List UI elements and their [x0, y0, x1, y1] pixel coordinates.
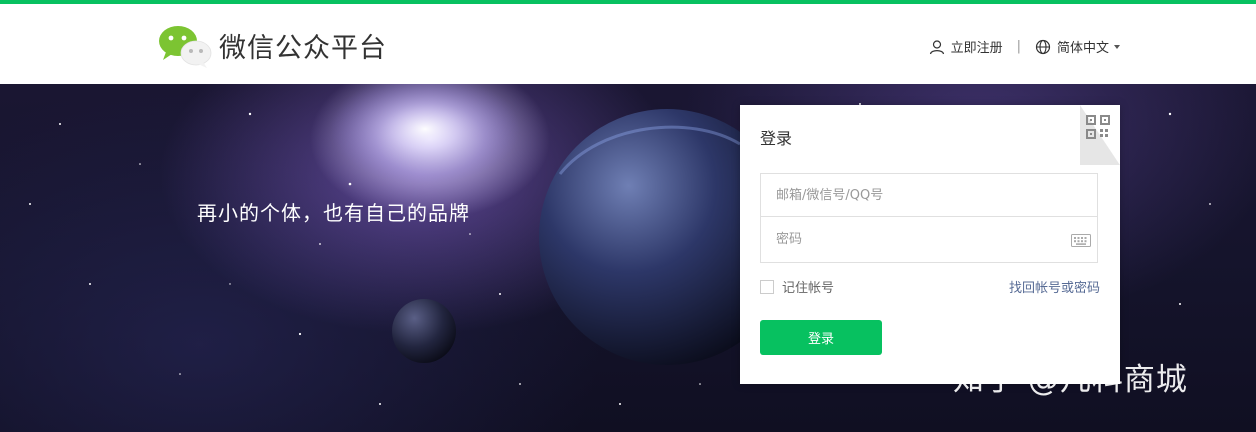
register-label: 立即注册	[950, 41, 1003, 56]
globe-icon	[1035, 39, 1051, 54]
chevron-down-icon	[1114, 44, 1120, 49]
language-label: 简体中文	[1056, 41, 1109, 56]
qrcode-icon	[1086, 115, 1110, 139]
header: 微信公众平台 立即注册 | 简体中文	[0, 4, 1256, 84]
remember-account[interactable]: 记住帐号	[760, 277, 834, 296]
watermark-text: 知乎 @凡科商城	[953, 362, 1188, 398]
login-panel: 登录 记住帐号	[740, 105, 1120, 384]
brand-title: 微信公众平台	[219, 33, 387, 64]
forgot-link[interactable]: 找回帐号或密码	[1009, 277, 1100, 296]
banner-slogan: 再小的个体，也有自己的品牌	[197, 201, 470, 225]
header-nav: 立即注册 | 简体中文	[929, 37, 1120, 56]
language-selector[interactable]: 简体中文	[1035, 37, 1120, 56]
wechat-logo[interactable]	[158, 24, 212, 68]
account-field	[760, 173, 1098, 217]
remember-label: 记住帐号	[782, 281, 835, 296]
account-input[interactable]	[761, 174, 1097, 216]
register-link[interactable]: 立即注册	[929, 37, 1003, 56]
login-button[interactable]: 登录	[760, 320, 882, 355]
qrcode-login-toggle[interactable]	[1080, 105, 1120, 165]
remember-checkbox[interactable]	[760, 279, 774, 294]
password-input[interactable]	[761, 217, 1097, 262]
keyboard-icon[interactable]	[1071, 234, 1091, 247]
user-icon	[929, 39, 944, 54]
login-title: 登录	[760, 129, 793, 148]
password-field	[760, 217, 1098, 263]
nav-separator: |	[1016, 39, 1021, 54]
